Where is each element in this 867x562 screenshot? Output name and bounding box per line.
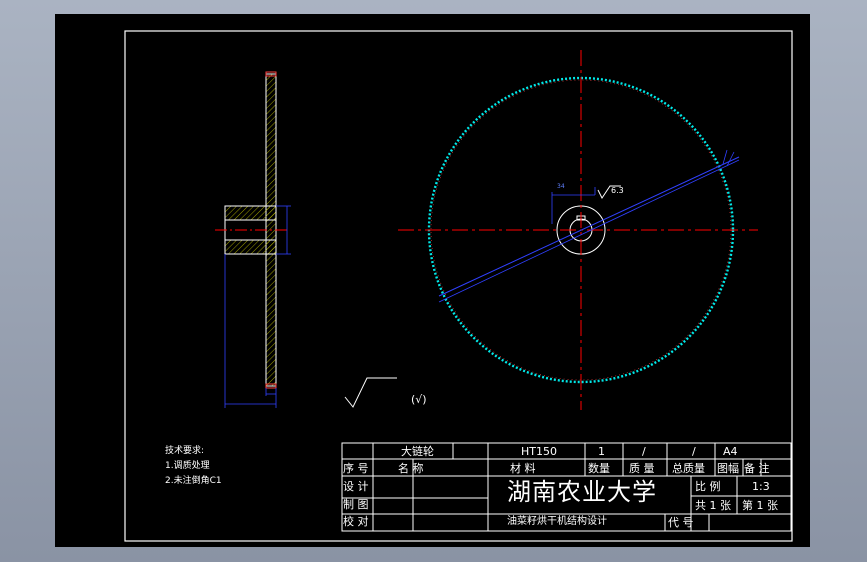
hub-upper-section <box>224 205 277 221</box>
role-draw: 制 图 <box>343 498 369 511</box>
scale-value: 1:3 <box>752 480 770 493</box>
drawing-canvas: 34 6.3 (√) 技术要求: 1.调质处理 2.未注倒角C1 大链轮 HT1… <box>55 14 810 547</box>
paper-size-value: A4 <box>723 445 738 458</box>
header-material: 材 料 <box>510 462 536 475</box>
hub-lower-section <box>224 239 277 255</box>
quantity-value: 1 <box>598 445 605 458</box>
header-sheet-size: 图幅 <box>717 462 739 475</box>
part-name: 大链轮 <box>401 445 434 458</box>
side-section-view <box>215 71 291 408</box>
role-check: 校 对 <box>343 515 369 528</box>
header-remarks: 备 注 <box>744 462 770 475</box>
roughness-value: 6.3 <box>611 186 624 195</box>
roughness-general-label: (√) <box>411 393 427 406</box>
role-design: 设 计 <box>343 480 369 493</box>
notes-item-2: 2.未注倒角C1 <box>165 476 222 486</box>
school-name: 湖南农业大学 <box>507 478 657 506</box>
code-label: 代 号 <box>668 516 694 529</box>
material-value: HT150 <box>521 445 557 458</box>
header-weight: 质 量 <box>629 462 655 475</box>
roughness-symbol-general <box>344 377 397 408</box>
notes-item-1: 1.调质处理 <box>165 461 210 471</box>
weight-value: / <box>642 445 646 458</box>
diameter-leader-1 <box>438 156 740 297</box>
total-weight-value: / <box>692 445 696 458</box>
front-view <box>398 50 758 410</box>
header-quantity: 数量 <box>588 462 610 475</box>
header-name: 名 称 <box>398 462 424 475</box>
diameter-leader-2 <box>438 159 740 303</box>
project-name: 油菜籽烘干机结构设计 <box>507 516 607 527</box>
header-total-weight: 总质量 <box>672 462 705 475</box>
sheets-total: 共 1 张 <box>695 499 731 512</box>
sheet-number: 第 1 张 <box>742 499 778 512</box>
dimension-keyway-label: 34 <box>557 183 565 190</box>
header-seq: 序 号 <box>343 462 369 475</box>
scale-label: 比 例 <box>695 480 721 493</box>
notes-heading: 技术要求: <box>165 446 205 456</box>
